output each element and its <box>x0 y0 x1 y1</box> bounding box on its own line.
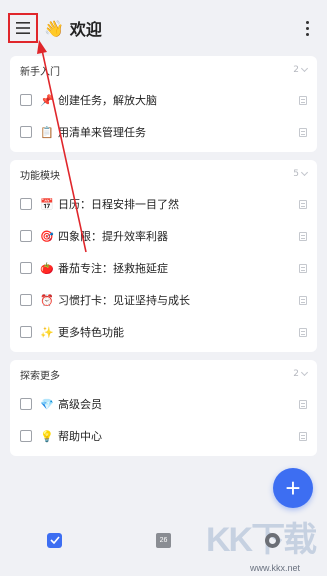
task-label: 帮助中心 <box>58 430 102 443</box>
task-label: 用清单来管理任务 <box>58 126 146 139</box>
section-count: 2 <box>293 64 309 75</box>
task-checkbox[interactable] <box>20 126 32 138</box>
chevron-down-icon <box>300 64 309 73</box>
task-checkbox[interactable] <box>20 230 32 242</box>
page-title: 👋 欢迎 <box>44 16 102 40</box>
pin-icon: 📌 <box>40 93 54 107</box>
section-title: 功能模块 <box>20 170 60 182</box>
calendar-icon: 📅 <box>40 197 54 211</box>
clipboard-icon: 📋 <box>40 125 54 139</box>
task-checkbox[interactable] <box>20 262 32 274</box>
section-header[interactable]: 新手入门 2 <box>10 56 317 84</box>
note-icon <box>299 431 307 441</box>
sparkles-icon: ✨ <box>40 325 54 339</box>
section-header[interactable]: 功能模块 5 <box>10 160 317 188</box>
alarm-clock-icon: ⏰ <box>40 293 54 307</box>
watermark-url: www.kkx.net <box>250 563 301 573</box>
top-bar: 👋 欢迎 <box>0 0 327 56</box>
task-item[interactable]: ✨ 更多特色功能 <box>10 316 317 348</box>
lightbulb-icon: 💡 <box>40 429 54 443</box>
section-title: 新手入门 <box>20 66 60 78</box>
note-icon <box>299 127 307 137</box>
section-explore-more: 探索更多 2 💎 高级会员 💡 帮助中心 <box>10 360 317 456</box>
task-label: 更多特色功能 <box>58 326 124 339</box>
task-item[interactable]: 🎯 四象限：提升效率利器 <box>10 220 317 252</box>
task-label: 高级会员 <box>58 398 102 411</box>
task-item[interactable]: 🍅 番茄专注：拯救拖延症 <box>10 252 317 284</box>
task-label: 创建任务，解放大脑 <box>58 94 157 107</box>
note-icon <box>299 399 307 409</box>
section-getting-started: 新手入门 2 📌 创建任务，解放大脑 📋 用清单来管理任务 <box>10 56 317 152</box>
task-item[interactable]: 📋 用清单来管理任务 <box>10 116 317 148</box>
focus-tab-icon[interactable] <box>265 532 280 548</box>
note-icon <box>299 231 307 241</box>
task-checkbox[interactable] <box>20 294 32 306</box>
note-icon <box>299 199 307 209</box>
tomato-icon: 🍅 <box>40 261 54 275</box>
note-icon <box>299 327 307 337</box>
more-vertical-icon[interactable] <box>297 13 317 43</box>
task-label: 番茄专注：拯救拖延症 <box>58 262 168 275</box>
plus-icon: + <box>285 473 301 503</box>
menu-icon <box>16 22 30 34</box>
menu-button[interactable] <box>8 13 38 43</box>
task-item[interactable]: 💎 高级会员 <box>10 388 317 420</box>
task-label: 四象限：提升效率利器 <box>58 230 168 243</box>
calendar-tab-icon[interactable]: 26 <box>156 532 171 548</box>
chevron-down-icon <box>300 368 309 377</box>
task-label: 日历：日程安排一目了然 <box>58 198 179 211</box>
add-task-button[interactable]: + <box>273 468 313 508</box>
task-item[interactable]: 💡 帮助中心 <box>10 420 317 452</box>
task-checkbox[interactable] <box>20 94 32 106</box>
chevron-down-icon <box>300 168 309 177</box>
wave-icon: 👋 <box>44 18 64 38</box>
section-count: 2 <box>293 368 309 379</box>
page-title-text: 欢迎 <box>69 20 102 39</box>
section-header[interactable]: 探索更多 2 <box>10 360 317 388</box>
gem-icon: 💎 <box>40 397 54 411</box>
task-tab-icon[interactable] <box>47 532 62 548</box>
target-icon: 🎯 <box>40 229 54 243</box>
note-icon <box>299 95 307 105</box>
task-label: 习惯打卡：见证坚持与成长 <box>58 294 190 307</box>
task-item[interactable]: 📌 创建任务，解放大脑 <box>10 84 317 116</box>
section-title: 探索更多 <box>20 370 60 382</box>
task-item[interactable]: ⏰ 习惯打卡：见证坚持与成长 <box>10 284 317 316</box>
task-checkbox[interactable] <box>20 326 32 338</box>
note-icon <box>299 295 307 305</box>
bottom-tab-bar: 26 <box>0 522 327 558</box>
section-features: 功能模块 5 📅 日历：日程安排一目了然 🎯 四象限：提升效率利器 🍅 番茄专注… <box>10 160 317 352</box>
task-checkbox[interactable] <box>20 430 32 442</box>
note-icon <box>299 263 307 273</box>
task-checkbox[interactable] <box>20 398 32 410</box>
section-count: 5 <box>293 168 309 179</box>
task-item[interactable]: 📅 日历：日程安排一目了然 <box>10 188 317 220</box>
task-checkbox[interactable] <box>20 198 32 210</box>
